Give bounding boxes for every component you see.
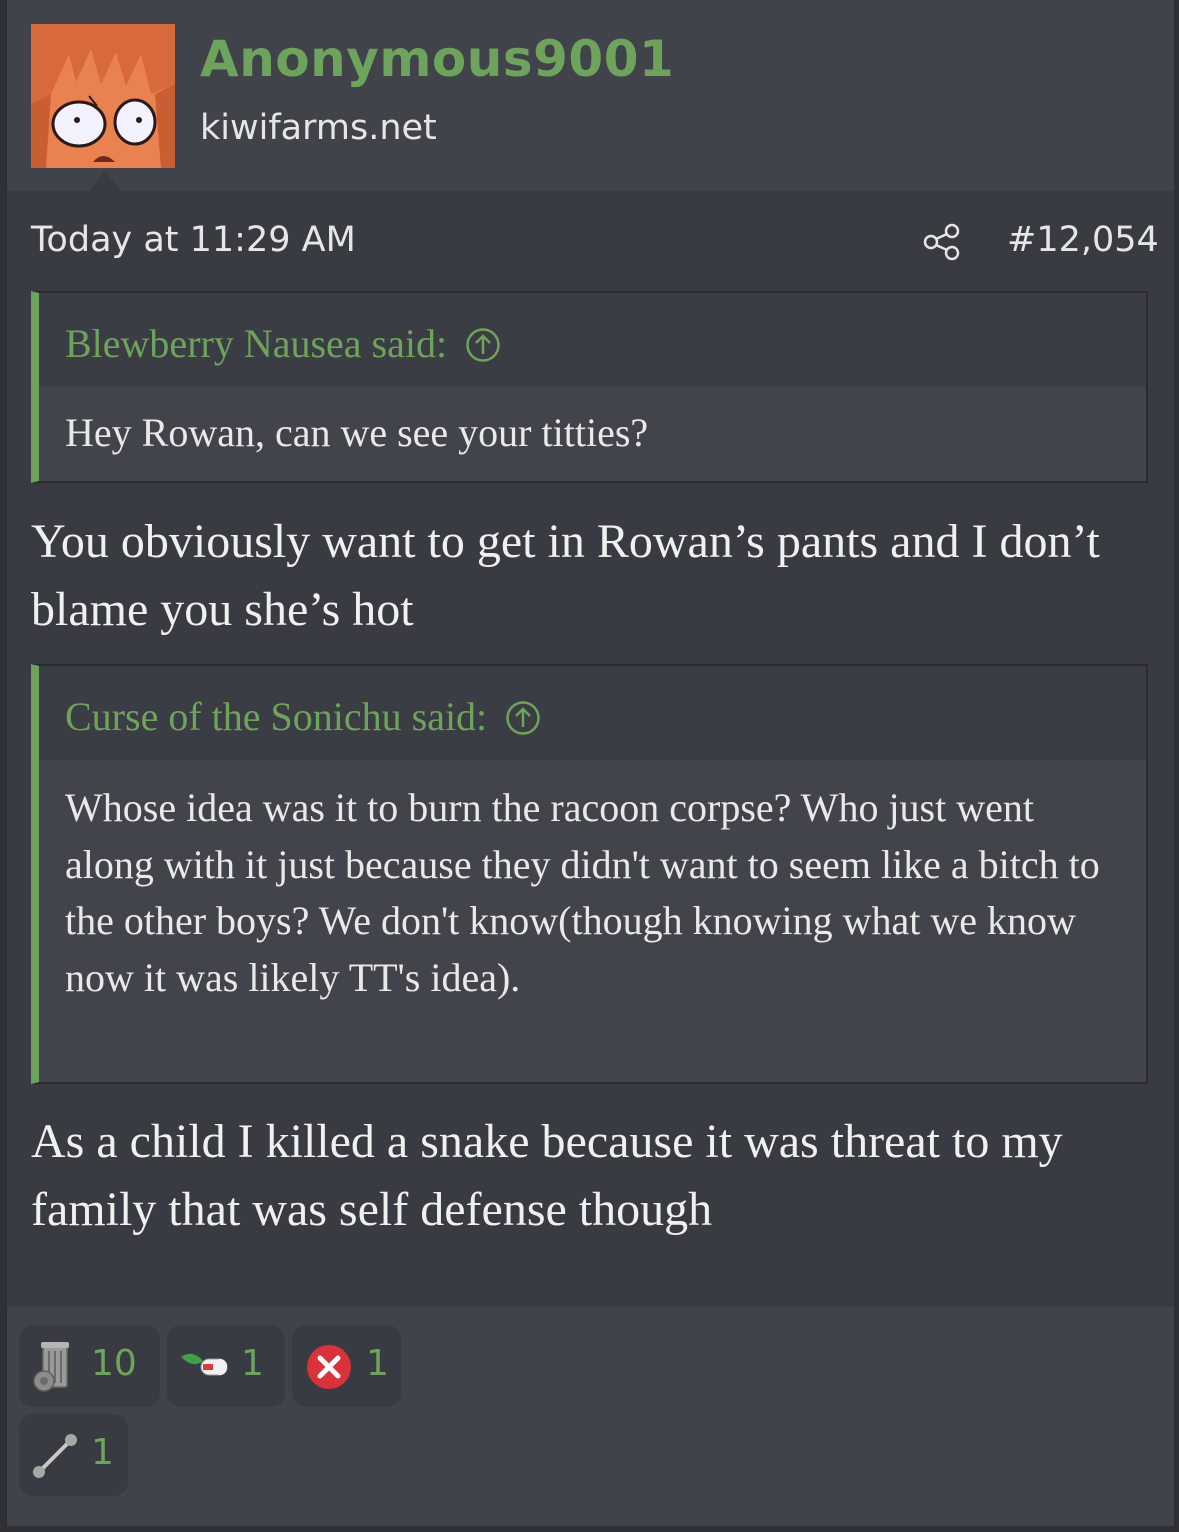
quote-author-link[interactable]: Blewberry Nausea said: — [65, 320, 501, 367]
barbell-icon — [33, 1434, 77, 1478]
avatar-pointer — [89, 171, 121, 191]
share-icon[interactable] — [922, 222, 962, 262]
reaction-count: 10 — [91, 1343, 137, 1384]
arrow-up-circle-icon[interactable] — [505, 700, 541, 736]
trash-can-icon — [33, 1342, 69, 1392]
quote-text: Whose idea was it to burn the racoon cor… — [65, 785, 1100, 1000]
quote-block: Blewberry Nausea said: Hey Rowan, can we… — [31, 291, 1148, 483]
red-x-icon — [307, 1345, 351, 1389]
reaction-x[interactable]: 1 — [292, 1325, 401, 1407]
reaction-count: 1 — [366, 1343, 389, 1384]
post-date[interactable]: Today at 11:29 AM — [31, 220, 356, 260]
quote-author-link[interactable]: Curse of the Sonichu said: — [65, 693, 541, 740]
quote-header: Blewberry Nausea said: — [39, 293, 1146, 387]
quote-text: Hey Rowan, can we see your titties? — [65, 410, 649, 455]
reaction-count: 1 — [91, 1432, 114, 1473]
quote-author: Curse of the Sonichu said: — [65, 694, 488, 739]
avatar-image — [31, 24, 175, 168]
quote-header: Curse of the Sonichu said: — [39, 666, 1146, 760]
message-text: You obviously want to get in Rowan’s pan… — [31, 515, 1100, 636]
medicine-pill-icon — [181, 1353, 228, 1376]
reaction-count: 1 — [241, 1343, 264, 1384]
reaction-trash[interactable]: 10 — [19, 1325, 160, 1407]
arrow-up-circle-icon[interactable] — [465, 327, 501, 363]
quote-block: Curse of the Sonichu said: Whose idea wa… — [31, 664, 1148, 1084]
reaction-barbell[interactable]: 1 — [19, 1414, 128, 1496]
reaction-pill[interactable]: 1 — [167, 1325, 285, 1407]
message-text: As a child I killed a snake because it w… — [31, 1115, 1063, 1236]
post-container: Anonymous9001 kiwifarms.net Today at 11:… — [6, 0, 1175, 1526]
post-number[interactable]: #12,054 — [1007, 220, 1159, 260]
user-header: Anonymous9001 kiwifarms.net — [7, 0, 1174, 191]
quote-author: Blewberry Nausea said: — [65, 321, 448, 366]
username[interactable]: Anonymous9001 — [200, 30, 674, 88]
user-title: kiwifarms.net — [200, 108, 437, 148]
avatar[interactable] — [31, 24, 175, 168]
reactions-bar: 10 1 1 1 — [7, 1307, 1174, 1526]
